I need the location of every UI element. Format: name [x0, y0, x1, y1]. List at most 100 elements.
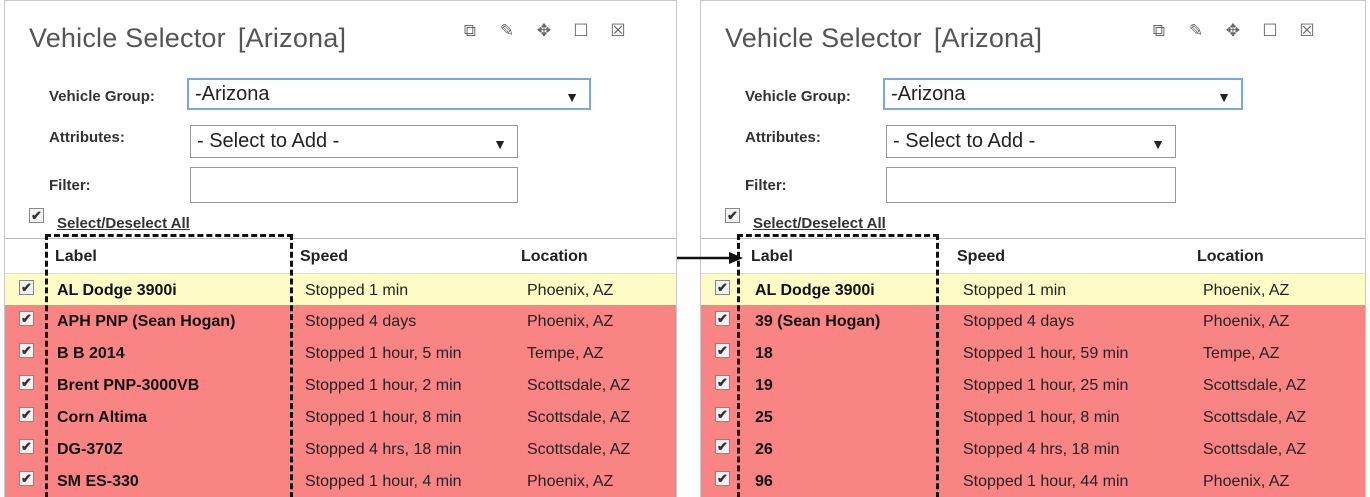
row-checkbox-checked-icon[interactable]: ✔ — [19, 439, 34, 454]
cell-speed: Stopped 4 hrs, 18 min — [305, 441, 462, 458]
dropdown-arrow-icon: ▼ — [1217, 89, 1231, 105]
row-checkbox-checked-icon[interactable]: ✔ — [715, 407, 730, 422]
table-row[interactable]: ✔ 96 Stopped 1 hour, 44 min Phoenix, AZ — [701, 465, 1365, 497]
select-all-label[interactable]: Select/Deselect All — [753, 215, 886, 232]
cell-location: Phoenix, AZ — [1203, 282, 1290, 299]
column-header-location[interactable]: Location — [521, 248, 588, 266]
window-controls: ⧉ ✎ ✥ ☐ ☒ — [460, 21, 628, 41]
cell-location: Phoenix, AZ — [1203, 313, 1290, 330]
cell-location: Scottsdale, AZ — [1203, 441, 1307, 458]
attributes-label: Attributes: — [745, 129, 821, 146]
close-icon[interactable]: ☒ — [1297, 21, 1317, 41]
attributes-label: Attributes: — [49, 129, 125, 146]
table-row[interactable]: ✔ DG-370Z Stopped 4 hrs, 18 min Scottsdale,… — [5, 433, 676, 466]
title-text: Vehicle Selector — [725, 23, 922, 53]
pencil-icon[interactable]: ✎ — [497, 21, 517, 41]
pencil-icon[interactable]: ✎ — [1186, 21, 1206, 41]
row-checkbox-checked-icon[interactable]: ✔ — [19, 280, 34, 295]
maximize-icon[interactable]: ☐ — [1260, 21, 1280, 41]
cell-speed: Stopped 1 min — [305, 282, 409, 299]
attributes-value: - Select to Add - — [893, 130, 1036, 152]
filter-label: Filter: — [49, 177, 91, 194]
table-row[interactable]: ✔ SM ES-330 Stopped 1 hour, 4 min Phoenix, … — [5, 465, 676, 497]
table-row[interactable]: ✔ 18 Stopped 1 hour, 59 min Tempe, AZ — [701, 337, 1365, 370]
row-checkbox-checked-icon[interactable]: ✔ — [19, 343, 34, 358]
column-header-label[interactable]: Label — [55, 248, 97, 266]
table-row[interactable]: ✔ 25 Stopped 1 hour, 8 min Scottsdale, AZ — [701, 401, 1365, 434]
maximize-icon[interactable]: ☐ — [571, 21, 591, 41]
table-row[interactable]: ✔ Brent PNP-3000VB Stopped 1 hour, 2 min Sc… — [5, 369, 676, 402]
row-checkbox-checked-icon[interactable]: ✔ — [19, 375, 34, 390]
table-row[interactable]: ✔ 19 Stopped 1 hour, 25 min Scottsdale, AZ — [701, 369, 1365, 402]
move-icon[interactable]: ✥ — [1223, 21, 1243, 41]
column-header-speed[interactable]: Speed — [300, 248, 348, 266]
row-checkbox-checked-icon[interactable]: ✔ — [715, 375, 730, 390]
checkbox-checked-icon[interactable]: ✔ — [725, 208, 740, 223]
table-header: Label Speed Location — [701, 238, 1365, 273]
row-checkbox-checked-icon[interactable]: ✔ — [715, 311, 730, 326]
cell-label: Corn Altima — [57, 409, 148, 426]
vehicle-group-select[interactable]: -Arizona ▼ — [187, 78, 591, 110]
cell-location: Scottsdale, AZ — [1203, 377, 1307, 394]
checkbox-checked-icon[interactable]: ✔ — [29, 208, 44, 223]
select-all-label[interactable]: Select/Deselect All — [57, 215, 190, 232]
cell-location: Scottsdale, AZ — [527, 441, 631, 458]
cell-speed: Stopped 4 hrs, 18 min — [963, 441, 1120, 458]
cell-location: Scottsdale, AZ — [527, 377, 631, 394]
table-row[interactable]: ✔ 26 Stopped 4 hrs, 18 min Scottsdale, AZ — [701, 433, 1365, 466]
table-row[interactable]: ✔ B B 2014 Stopped 1 hour, 5 min Tempe, AZ — [5, 337, 676, 370]
vehicle-group-select[interactable]: -Arizona ▼ — [883, 78, 1243, 110]
filter-input[interactable] — [886, 167, 1176, 203]
cell-speed: Stopped 1 hour, 59 min — [963, 345, 1129, 362]
row-checkbox-checked-icon[interactable]: ✔ — [19, 311, 34, 326]
table-header: Label Speed Location — [5, 238, 676, 273]
attributes-select[interactable]: - Select to Add - ▼ — [190, 125, 518, 158]
cell-speed: Stopped 4 days — [963, 313, 1075, 330]
title-region: [Arizona] — [933, 23, 1043, 53]
row-checkbox-checked-icon[interactable]: ✔ — [715, 343, 730, 358]
arrow-right-icon — [677, 252, 743, 264]
row-checkbox-checked-icon[interactable]: ✔ — [715, 439, 730, 454]
cell-label: AL Dodge 3900i — [755, 282, 875, 299]
row-checkbox-checked-icon[interactable]: ✔ — [715, 471, 730, 486]
copy-icon[interactable]: ⧉ — [1149, 21, 1169, 41]
cell-label: 19 — [755, 377, 773, 394]
vehicle-group-label: Vehicle Group: — [745, 88, 851, 105]
panel-title: Vehicle Selector [Arizona] — [29, 23, 346, 54]
move-icon[interactable]: ✥ — [534, 21, 554, 41]
table-row[interactable]: ✔ Corn Altima Stopped 1 hour, 8 min Scottsd… — [5, 401, 676, 434]
cell-speed: Stopped 4 days — [305, 313, 417, 330]
column-header-location[interactable]: Location — [1197, 248, 1264, 266]
column-header-speed[interactable]: Speed — [957, 248, 1005, 266]
vehicle-group-label: Vehicle Group: — [49, 88, 155, 105]
attributes-select[interactable]: - Select to Add - ▼ — [886, 125, 1176, 158]
table-row[interactable]: ✔ AL Dodge 3900i Stopped 1 min Phoenix, AZ — [701, 273, 1365, 307]
cell-speed: Stopped 1 hour, 5 min — [305, 345, 462, 362]
dropdown-arrow-icon: ▼ — [493, 136, 507, 152]
table-row[interactable]: ✔ 39 (Sean Hogan) Stopped 4 days Phoenix, A… — [701, 305, 1365, 338]
cell-speed: Stopped 1 hour, 25 min — [963, 377, 1129, 394]
row-checkbox-checked-icon[interactable]: ✔ — [19, 407, 34, 422]
cell-label: 18 — [755, 345, 773, 362]
copy-icon[interactable]: ⧉ — [460, 21, 480, 41]
vehicle-group-value: -Arizona — [195, 83, 270, 105]
filter-label: Filter: — [745, 177, 787, 194]
title-region: [Arizona] — [237, 23, 347, 53]
row-checkbox-checked-icon[interactable]: ✔ — [19, 471, 34, 486]
dropdown-arrow-icon: ▼ — [1151, 136, 1165, 152]
cell-label: 39 (Sean Hogan) — [755, 313, 881, 330]
vehicle-group-value: -Arizona — [891, 83, 966, 105]
cell-label: 96 — [755, 473, 773, 490]
table-row[interactable]: ✔ APH PNP (Sean Hogan) Stopped 4 days Phoen… — [5, 305, 676, 338]
panel-title: Vehicle Selector [Arizona] — [725, 23, 1042, 54]
filter-input[interactable] — [190, 167, 518, 203]
cell-label: 26 — [755, 441, 773, 458]
column-header-label[interactable]: Label — [751, 248, 793, 266]
close-icon[interactable]: ☒ — [608, 21, 628, 41]
window-controls: ⧉ ✎ ✥ ☐ ☒ — [1149, 21, 1317, 41]
row-checkbox-checked-icon[interactable]: ✔ — [715, 280, 730, 295]
table-row[interactable]: ✔ AL Dodge 3900i Stopped 1 min Phoenix, AZ — [5, 273, 676, 307]
cell-location: Tempe, AZ — [527, 345, 604, 362]
cell-label: B B 2014 — [57, 345, 125, 362]
cell-label: AL Dodge 3900i — [57, 282, 177, 299]
